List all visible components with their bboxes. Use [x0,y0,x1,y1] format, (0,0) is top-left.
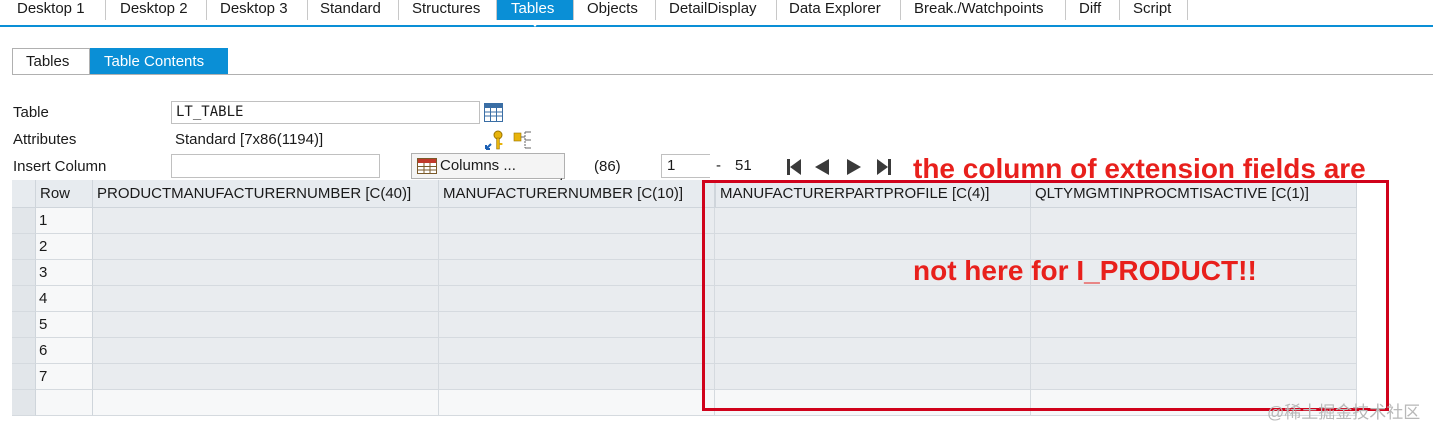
table-cell[interactable] [93,390,439,416]
tab-structures[interactable]: Structures [399,0,497,20]
tab-data-explorer[interactable]: Data Explorer [777,0,901,20]
column-header-manufacturernumber[interactable]: MANUFACTURERNUMBER [C(10)] [439,180,715,208]
row-selector[interactable] [12,260,36,286]
tab-break-watchpoints[interactable]: Break./Watchpoints [901,0,1066,20]
annotation-text: the column of extension fields are not h… [913,84,1366,322]
table-cell[interactable] [439,338,715,364]
table-cell[interactable] [439,390,715,416]
tab-objects[interactable]: Objects [574,0,656,20]
first-page-icon[interactable] [786,158,802,176]
subtab-tables[interactable]: Tables [12,48,90,74]
table-cell[interactable] [93,338,439,364]
row-number: 2 [36,234,93,260]
tab-tables[interactable]: Tables [497,0,574,27]
tab-diff[interactable]: Diff [1066,0,1120,20]
table-cell[interactable] [439,234,715,260]
row-selector[interactable] [12,338,36,364]
row-selector[interactable] [12,286,36,312]
tab-standard[interactable]: Standard [308,0,399,20]
sub-tab-bar: Tables Table Contents [12,48,1433,75]
annotation-line-2: not here for I_PRODUCT!! [913,255,1257,286]
table-view-icon[interactable] [484,103,503,122]
tab-desktop-2[interactable]: Desktop 2 [106,0,207,20]
column-to-value: 51 [735,157,752,174]
row-selector[interactable] [12,234,36,260]
insert-column-field[interactable] [171,154,380,178]
table-cell[interactable] [439,364,715,390]
tab-desktop-3[interactable]: Desktop 3 [207,0,308,20]
previous-page-icon[interactable] [814,158,830,176]
columns-button-label: Columns ... [440,157,516,174]
table-cell[interactable] [439,260,715,286]
table-label: Table [13,104,49,121]
attributes-value: Standard [7x86(1194)] [175,131,324,148]
watermark: @稀土掘金技术社区 [1267,403,1421,422]
annotation-line-1: the column of extension fields are [913,153,1366,184]
row-selector[interactable] [12,208,36,234]
column-range-separator: - [716,157,721,174]
last-page-icon[interactable] [876,158,892,176]
table-cell[interactable] [93,234,439,260]
next-page-icon[interactable] [846,158,862,176]
row-number: 1 [36,208,93,234]
table-cell[interactable] [93,260,439,286]
table-cell[interactable] [439,312,715,338]
key-icon[interactable] [484,129,506,151]
subtab-table-contents[interactable]: Table Contents [90,48,228,74]
column-from-field[interactable]: 1 [661,154,710,178]
row-number: 4 [36,286,93,312]
table-cell[interactable] [93,286,439,312]
column-header-productmanufacturernumber[interactable]: PRODUCTMANUFACTURERNUMBER [C(40)] [93,180,439,208]
dropdown-corner-icon [555,169,562,185]
insert-column-label: Insert Column [13,158,107,175]
tab-script[interactable]: Script [1120,0,1188,20]
row-selector[interactable] [12,390,36,416]
row-selector[interactable] [12,364,36,390]
row-number: 6 [36,338,93,364]
total-columns-count: (86) [594,158,621,175]
row-number: 7 [36,364,93,390]
table-name-field[interactable]: LT_TABLE [171,101,480,124]
row-number: 5 [36,312,93,338]
columns-dropdown[interactable]: Columns ... [411,153,565,185]
table-cell[interactable] [93,312,439,338]
row-number [36,390,93,416]
structure-tree-icon[interactable] [513,129,535,151]
tab-desktop-1[interactable]: Desktop 1 [0,0,106,20]
table-cell[interactable] [439,286,715,312]
select-all-header[interactable] [12,180,36,208]
top-tab-bar: Desktop 1 Desktop 2 Desktop 3 Standard S… [0,0,1433,27]
row-column-header[interactable]: Row [36,180,93,208]
columns-table-icon [417,158,437,174]
attributes-label: Attributes [13,131,77,148]
table-cell[interactable] [93,364,439,390]
row-selector[interactable] [12,312,36,338]
row-number: 3 [36,260,93,286]
tab-detaildisplay[interactable]: DetailDisplay [656,0,777,20]
table-cell[interactable] [93,208,439,234]
table-cell[interactable] [439,208,715,234]
